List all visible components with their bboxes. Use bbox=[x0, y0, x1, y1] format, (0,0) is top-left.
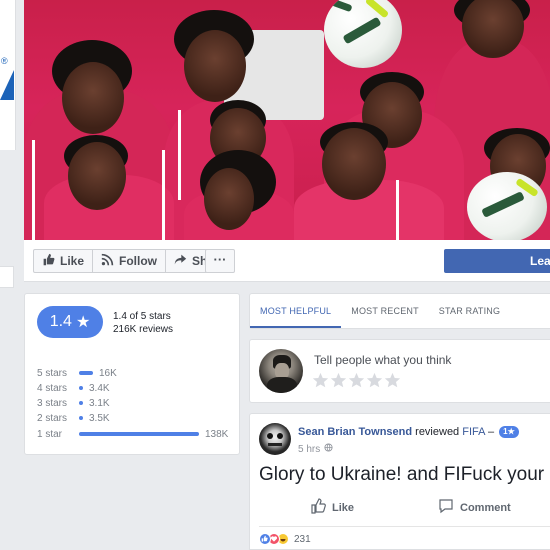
review-timestamp[interactable]: 5 hrs bbox=[298, 443, 333, 455]
review-prompt[interactable]: Tell people what you think bbox=[314, 353, 451, 367]
logo-fragment bbox=[0, 70, 14, 100]
like-reaction-icon bbox=[259, 533, 271, 545]
rating-bar bbox=[79, 401, 83, 405]
rating-bar bbox=[79, 386, 83, 390]
review-header: Sean Brian Townsend reviewed FIFA – 1★ bbox=[298, 426, 519, 438]
football-image bbox=[467, 172, 547, 240]
more-options-button[interactable]: ··· bbox=[205, 249, 235, 273]
review-sort-tabs: MOST HELPFUL MOST RECENT STAR RATING bbox=[249, 293, 550, 329]
star-outline-icon[interactable] bbox=[330, 372, 347, 394]
thumbs-up-outline-icon bbox=[310, 498, 326, 517]
star-rating-input[interactable] bbox=[312, 372, 401, 394]
learn-more-button[interactable]: Lea bbox=[444, 249, 550, 273]
page-action-bar: Like Follow Share ··· Lea bbox=[24, 240, 550, 282]
review-verb: reviewed bbox=[415, 426, 460, 438]
tab-most-helpful[interactable]: MOST HELPFUL bbox=[250, 294, 342, 328]
review-composer: Tell people what you think bbox=[249, 339, 550, 403]
star-level-label: 5 stars bbox=[37, 367, 68, 379]
star-outline-icon[interactable] bbox=[312, 372, 329, 394]
rating-score-badge: 1.4 ★ bbox=[37, 306, 103, 338]
star-outline-icon[interactable] bbox=[348, 372, 365, 394]
review-rating-badge: 1★ bbox=[499, 426, 519, 438]
rating-distribution-row[interactable]: 1 star 138K bbox=[37, 427, 237, 441]
rating-bar-count: 3.1K bbox=[89, 397, 110, 409]
rating-distribution-row[interactable]: 4 stars 3.4K bbox=[37, 381, 237, 395]
football-image bbox=[324, 0, 402, 68]
tab-star-rating[interactable]: STAR RATING bbox=[429, 294, 510, 328]
star-level-label: 1 star bbox=[37, 428, 63, 440]
reaction-count: 231 bbox=[294, 533, 311, 545]
review-post: Sean Brian Townsend reviewed FIFA – 1★ 5… bbox=[249, 413, 550, 550]
review-count: 216K reviews bbox=[113, 324, 174, 335]
registered-mark: ® bbox=[1, 56, 8, 66]
thumbs-up-icon bbox=[42, 253, 55, 269]
profile-picture[interactable]: ® bbox=[0, 0, 16, 150]
divider bbox=[259, 526, 550, 527]
rating-bar-count: 16K bbox=[99, 367, 117, 379]
review-author-link[interactable]: Sean Brian Townsend bbox=[298, 426, 412, 438]
star-level-label: 4 stars bbox=[37, 382, 68, 394]
globe-icon bbox=[324, 443, 333, 455]
star-outline-icon[interactable] bbox=[384, 372, 401, 394]
avatar bbox=[259, 349, 303, 393]
rating-bar bbox=[79, 416, 83, 420]
avatar[interactable] bbox=[259, 423, 291, 455]
rating-bar bbox=[79, 371, 93, 375]
rating-bar-count: 138K bbox=[205, 428, 229, 440]
like-review-label: Like bbox=[332, 501, 355, 514]
like-page-button[interactable]: Like bbox=[34, 250, 94, 272]
comment-bubble-icon bbox=[438, 498, 454, 517]
rating-bar-count: 3.5K bbox=[89, 412, 110, 424]
tab-most-recent[interactable]: MOST RECENT bbox=[341, 294, 429, 328]
rating-distribution-row[interactable]: 5 stars 16K bbox=[37, 366, 237, 380]
review-text: Glory to Ukraine! and FIFuck your bbox=[259, 464, 545, 485]
review-actions: Like Comment bbox=[250, 498, 550, 524]
rating-bar-count: 3.4K bbox=[89, 382, 110, 394]
like-review-button[interactable]: Like bbox=[310, 498, 354, 517]
star-icon: ★ bbox=[75, 314, 91, 331]
like-page-label: Like bbox=[60, 254, 85, 268]
sidebar-stub bbox=[0, 266, 14, 288]
star-level-label: 3 stars bbox=[37, 397, 68, 409]
share-arrow-icon bbox=[174, 253, 187, 269]
rating-of-text: 1.4 of 5 stars bbox=[113, 311, 171, 322]
rating-distribution-row[interactable]: 3 stars 3.1K bbox=[37, 396, 237, 410]
reaction-summary[interactable]: 231 bbox=[259, 533, 311, 545]
rss-icon bbox=[101, 253, 114, 269]
review-time-text: 5 hrs bbox=[298, 443, 321, 455]
reviewed-page-link[interactable]: FIFA bbox=[462, 426, 485, 438]
review-dash: – bbox=[487, 426, 495, 438]
follow-label: Follow bbox=[119, 254, 158, 268]
comment-button[interactable]: Comment bbox=[438, 498, 511, 517]
rating-score: 1.4 bbox=[49, 313, 72, 330]
rating-bar bbox=[79, 432, 199, 436]
star-level-label: 2 stars bbox=[37, 412, 68, 424]
rating-summary-card: 1.4 ★ 1.4 of 5 stars 216K reviews 5 star… bbox=[24, 293, 240, 455]
comment-label: Comment bbox=[460, 501, 511, 514]
rating-distribution-row[interactable]: 2 stars 3.5K bbox=[37, 411, 237, 425]
cover-photo[interactable] bbox=[24, 0, 550, 240]
star-outline-icon[interactable] bbox=[366, 372, 383, 394]
follow-button[interactable]: Follow bbox=[93, 250, 167, 272]
